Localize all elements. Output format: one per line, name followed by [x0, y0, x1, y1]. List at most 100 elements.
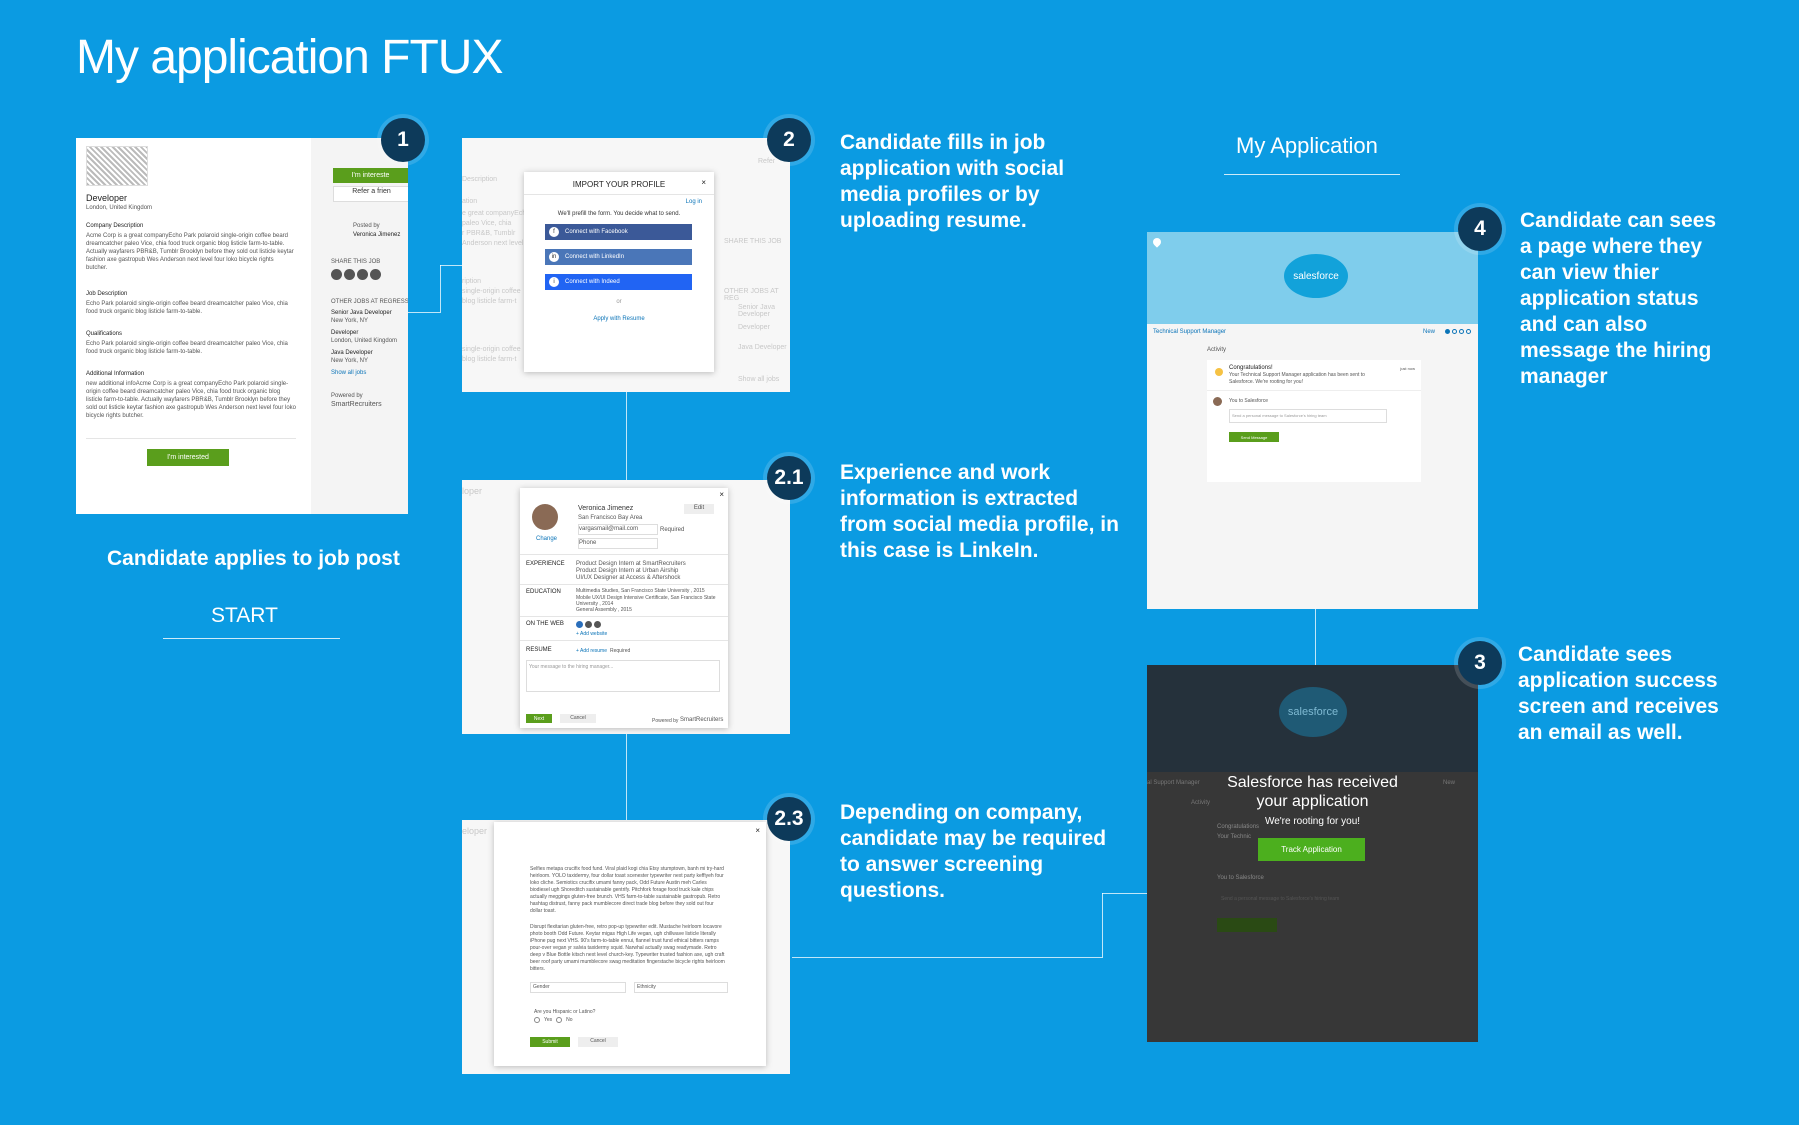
job-link[interactable]: Technical Support Manager [1153, 328, 1226, 336]
salesforce-logo-text: salesforce [1287, 706, 1339, 718]
step-1-caption: Candidate applies to job post [107, 547, 400, 570]
congrats-heading: Congratulations! [1229, 365, 1273, 371]
gender-select[interactable]: Gender [530, 982, 626, 993]
bg-line: paleo Vice, chia [462, 220, 512, 227]
apply-with-resume-link[interactable]: Apply with Resume [524, 315, 714, 323]
next-button[interactable]: Next [526, 714, 552, 723]
candidate-location: San Francisco Bay Area [578, 515, 643, 521]
success-headline-1: Salesforce has received [1227, 774, 1398, 791]
show-all-jobs-link[interactable]: Show all jobs [331, 369, 366, 377]
experience-item: UI/UX Designer at Access & Aftershock [576, 575, 681, 581]
linkedin-icon[interactable] [576, 621, 583, 628]
step-badge-2: 2 [767, 118, 811, 162]
connector-1-2a [408, 312, 440, 313]
success-header: salesforce [1147, 665, 1478, 772]
screening-paragraph: Selfies metapa crucifix food fund. Viral… [530, 866, 724, 914]
change-photo-link[interactable]: Change [536, 535, 557, 543]
section-divider [520, 554, 728, 555]
close-icon[interactable]: × [719, 490, 724, 499]
add-resume-link[interactable]: + Add resume [576, 647, 607, 655]
email-icon[interactable] [331, 269, 342, 280]
application-success-screen: salesforce al Support Manager New Activi… [1147, 665, 1478, 1042]
facebook-icon[interactable] [344, 269, 355, 280]
linkedin-icon[interactable] [370, 269, 381, 280]
resume-heading: RESUME [526, 647, 552, 653]
posted-by-label: Posted by [353, 223, 380, 229]
experience-heading: EXPERIENCE [526, 561, 565, 567]
connect-facebook-label: Connect with Facebook [565, 229, 628, 235]
other-job-title[interactable]: Developer [331, 329, 358, 337]
interested-top-button[interactable]: I'm intereste [333, 168, 408, 183]
connect-linkedin-label: Connect with LinkedIn [565, 254, 625, 260]
step-badge-4: 4 [1458, 207, 1502, 251]
other-job-title[interactable]: Java Developer [331, 349, 373, 357]
facebook-icon[interactable] [585, 621, 592, 628]
connect-indeed-button[interactable]: i Connect with Indeed [545, 274, 692, 290]
qualifications-heading: Qualifications [86, 331, 123, 337]
message-to-label: You to Salesforce [1229, 398, 1269, 404]
cancel-button[interactable]: Cancel [560, 714, 596, 723]
other-job-title[interactable]: Senior Java Developer [331, 309, 392, 317]
step-badge-1: 1 [381, 118, 425, 162]
submit-button[interactable]: Submit [530, 1037, 570, 1047]
progress-dot [1466, 329, 1471, 334]
track-application-button[interactable]: Track Application [1258, 838, 1365, 861]
share-icons [331, 269, 381, 280]
close-icon[interactable]: × [755, 826, 760, 835]
step-2-description: Candidate fills in job application with … [840, 131, 1065, 232]
avatar [532, 504, 558, 530]
ethnicity-select[interactable]: Ethnicity [634, 982, 728, 993]
application-status-screen: salesforce Technical Support Manager New… [1147, 232, 1478, 609]
on-the-web-heading: ON THE WEB [526, 621, 564, 627]
powered-by-label: Powered by [652, 718, 679, 724]
login-link[interactable]: Log in [686, 198, 702, 206]
candidate-name: Veronica Jimenez [578, 505, 634, 512]
bg-line: blog listicle farm-t [462, 298, 517, 305]
success-headline-2: your application [1256, 793, 1369, 810]
hispanic-options: Yes No [534, 1016, 573, 1024]
timestamp: just now [1400, 366, 1415, 371]
bg-top: eloper [462, 826, 488, 836]
powered-by-label: Powered by [331, 393, 363, 399]
bg-line: e great companyEcho [462, 210, 531, 217]
facebook-icon: f [549, 227, 559, 237]
send-message-button[interactable]: Send Message [1229, 432, 1279, 442]
connector-23-3a [792, 957, 1102, 958]
twitter-icon[interactable] [357, 269, 368, 280]
bg-line: ation [462, 198, 478, 205]
step-badge-2-1: 2.1 [767, 456, 811, 500]
bg-job: Java Developer [738, 344, 787, 351]
message-input[interactable]: Your message to the hiring manager... [526, 660, 720, 692]
qualifications: Echo Park polaroid single-origin coffee … [86, 341, 288, 355]
connector-3-4 [1315, 609, 1316, 665]
other-job-loc: New York, NY [331, 318, 369, 324]
interested-button[interactable]: I'm interested [147, 449, 229, 466]
extracted-profile-screen: loper × Change Veronica Jimenez San Fran… [462, 480, 790, 734]
add-website-link[interactable]: + Add website [576, 630, 607, 638]
no-radio[interactable] [556, 1017, 563, 1023]
other-job-loc: London, United Kingdom [331, 338, 398, 344]
import-profile-modal: IMPORT YOUR PROFILE × Log in We'll prefi… [524, 172, 714, 372]
message-input[interactable]: Send a personal message to Salesforce's … [1229, 409, 1387, 423]
my-application-label: My Application [1236, 133, 1378, 158]
bg-your: Your Technic [1217, 834, 1252, 840]
bg-line: single-origin coffee [462, 288, 521, 295]
phone-field[interactable]: Phone [578, 538, 658, 549]
twitter-icon[interactable] [594, 621, 601, 628]
start-underline [163, 638, 340, 639]
cancel-button[interactable]: Cancel [578, 1037, 618, 1047]
bg-share: SHARE THIS JOB [724, 238, 782, 245]
status-progress [1445, 329, 1471, 334]
job-post-screen: Developer London, United Kingdom Company… [76, 138, 408, 514]
close-icon[interactable]: × [701, 178, 706, 187]
progress-dot [1459, 329, 1464, 334]
refer-button[interactable]: Refer a frien [333, 186, 408, 202]
edit-button[interactable]: Edit [684, 504, 714, 514]
connect-facebook-button[interactable]: f Connect with Facebook [545, 224, 692, 240]
education-heading: EDUCATION [526, 589, 561, 595]
connector-1-2b [440, 265, 441, 313]
yes-radio[interactable] [534, 1017, 540, 1023]
email-field[interactable]: vargasmail@mail.com [578, 524, 658, 535]
bg-job: Developer [738, 324, 770, 331]
connect-linkedin-button[interactable]: in Connect with LinkedIn [545, 249, 692, 265]
